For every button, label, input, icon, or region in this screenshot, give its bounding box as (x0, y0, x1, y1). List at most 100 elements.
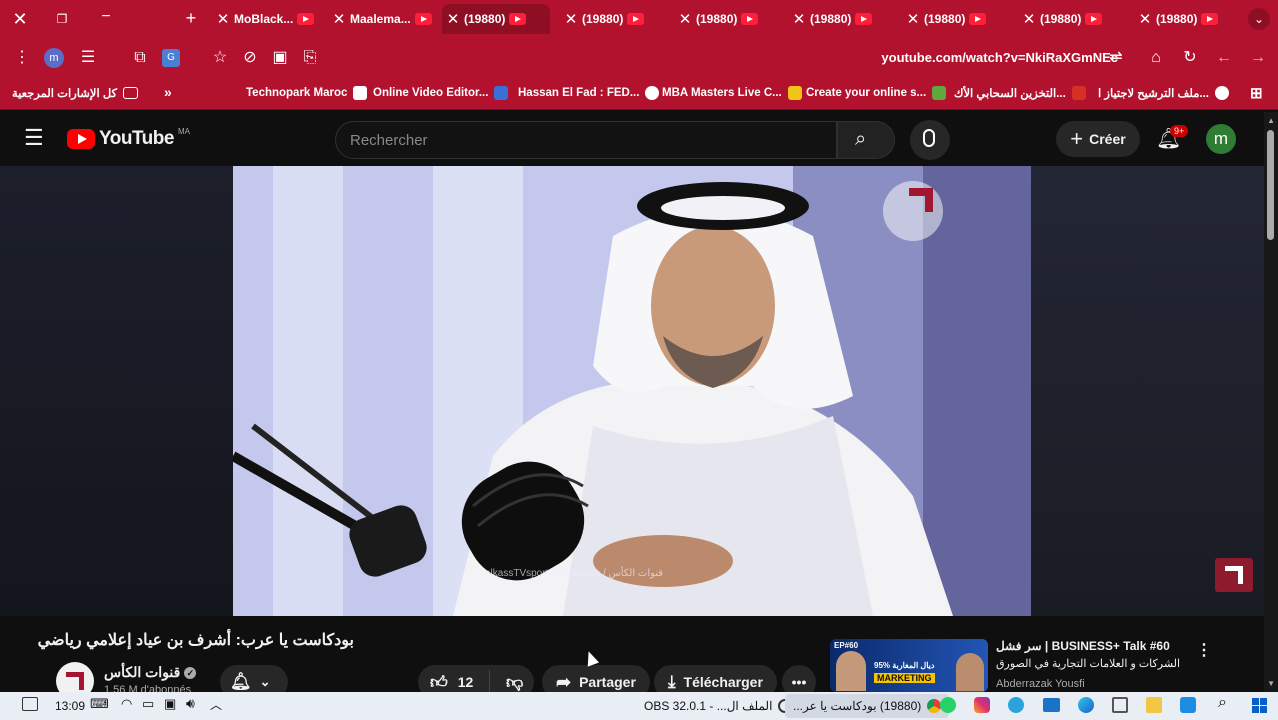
tab-manager-icon[interactable]: ▣ (270, 48, 290, 68)
tab[interactable]: ✕ (19880) (788, 4, 892, 34)
bookmark-item[interactable]: التخزين السحابي الأك... (954, 86, 1086, 100)
share-arrow-icon: ➦ (556, 671, 572, 692)
bookmark-item[interactable]: Hassan El Fad : FED... (518, 86, 660, 100)
bookmark-item[interactable]: Technopark Maroc (246, 86, 368, 100)
close-window-icon[interactable]: ✕ (10, 9, 30, 29)
new-tab-icon[interactable]: + (181, 8, 201, 28)
instagram-icon[interactable] (974, 697, 990, 713)
search-input[interactable]: Rechercher (335, 121, 837, 159)
device-icon[interactable]: ▣ (164, 696, 176, 712)
bookmark-star-icon[interactable]: ☆ (210, 48, 230, 68)
address-bar[interactable]: youtube.com/watch?v=NkiRaXGmNEc (881, 50, 1118, 65)
edge-icon[interactable] (1078, 697, 1094, 713)
suggested-video-title-line2[interactable]: الشركات و العلامات التجارية في الصورق (996, 656, 1186, 673)
channel-name-row[interactable]: قنوات الكأس ✓ (104, 664, 197, 681)
tab-close-icon[interactable]: ✕ (328, 10, 350, 28)
voice-search-button[interactable] (910, 120, 950, 160)
suggested-video-title[interactable]: سر فشل | BUSINESS+ Talk #60 (996, 638, 1186, 655)
bookmark-item[interactable]: MBA Masters Live C... (662, 86, 802, 100)
tab-close-icon[interactable]: ✕ (442, 10, 464, 28)
suggested-video-channel[interactable]: Abderrazak Yousfi (996, 678, 1085, 690)
clock[interactable]: 13:09 (55, 699, 85, 713)
tab[interactable]: ✕ Maalema... (328, 4, 436, 34)
extensions-icon[interactable]: ⧉ (130, 48, 150, 68)
back-icon[interactable]: ← (1214, 48, 1234, 68)
suggested-video-thumbnail[interactable]: EP#60 95% ديال المغاربة MARKETING (830, 639, 988, 692)
menu-dots-icon[interactable]: ⋮ (12, 48, 32, 68)
wifi-icon[interactable]: ◠ (121, 696, 132, 712)
tab-close-icon[interactable]: ✕ (1018, 10, 1040, 28)
more-bookmarks-icon[interactable]: » (164, 84, 172, 100)
avatar[interactable]: m (1206, 124, 1236, 154)
tab-close-icon[interactable]: ✕ (788, 10, 810, 28)
tab[interactable]: ✕ (19880) (1018, 4, 1122, 34)
copilot-icon[interactable] (1180, 697, 1196, 713)
scroll-up-icon[interactable]: ▲ (1267, 116, 1275, 125)
channel-watermark-icon[interactable] (1215, 558, 1253, 592)
reading-list-icon[interactable]: ☰ (78, 48, 98, 68)
bookmark-label: Technopark Maroc (246, 87, 348, 99)
windows-start-icon[interactable] (1252, 698, 1267, 713)
scrollbar-thumb[interactable] (1267, 130, 1274, 240)
page-scrollbar[interactable]: ▲ ▼ (1264, 112, 1278, 692)
tab-close-icon[interactable]: ✕ (902, 10, 924, 28)
like-button[interactable]: 👍︎ 12 (418, 670, 490, 694)
tab-title: (19880) (464, 12, 506, 26)
home-icon[interactable]: ⌂ (1146, 48, 1166, 68)
globe-icon (1214, 86, 1229, 100)
share-page-icon[interactable]: ⎘ (300, 48, 320, 68)
telegram-icon[interactable] (1008, 697, 1024, 713)
tab-close-icon[interactable]: ✕ (560, 10, 582, 28)
tab[interactable]: ✕ (19880) (902, 4, 1006, 34)
restore-icon[interactable]: ❐ (52, 9, 72, 29)
tab-close-icon[interactable]: ✕ (1134, 10, 1156, 28)
search-button[interactable]: ⌕ (837, 121, 895, 159)
notifications-icon[interactable] (22, 697, 38, 711)
task-view-icon[interactable] (1112, 697, 1128, 713)
tab-title: MoBlack... (234, 12, 294, 26)
taskbar-task-obs[interactable]: الملف ال... - OBS 32.0.1 (636, 696, 800, 716)
bookmark-item[interactable]: Create your online s... (806, 86, 947, 100)
suggestion-menu-icon[interactable]: ⋮ (1196, 640, 1212, 660)
video-frame[interactable]: alkassTVsports / @alkass / قنوات الكأس (233, 166, 1031, 616)
search-icon[interactable]: ⌕ (1218, 694, 1227, 712)
taskbar-task-chrome[interactable]: (19880) بودكاست يا عر... (785, 694, 950, 718)
youtube-favicon-icon (1201, 13, 1219, 25)
hamburger-menu-icon[interactable]: ☰ (24, 127, 44, 149)
reload-icon[interactable]: ↻ (1180, 48, 1200, 68)
keyboard-icon[interactable]: ⌨ (90, 696, 109, 712)
region-code: MA (177, 126, 190, 136)
tray-chevron-up-icon[interactable]: ︿ (210, 696, 222, 713)
tab-active[interactable]: ✕ (19880) (442, 4, 550, 34)
tab-close-icon[interactable]: ✕ (212, 10, 234, 28)
bookmark-item[interactable]: Online Video Editor... (373, 86, 509, 100)
whatsapp-icon[interactable] (940, 697, 956, 713)
youtube-favicon-icon (969, 13, 987, 25)
tab[interactable]: ✕ (19880) (560, 4, 664, 34)
apps-grid-icon[interactable]: ⊞ (1250, 84, 1263, 102)
file-explorer-icon[interactable] (1146, 697, 1162, 713)
youtube-favicon-icon (414, 13, 432, 25)
forward-icon[interactable]: → (1248, 48, 1268, 68)
battery-icon[interactable]: ▭ (142, 696, 154, 712)
mail-icon[interactable] (1043, 698, 1060, 712)
youtube-logo[interactable]: YouTube MA (67, 126, 190, 150)
eye-off-icon[interactable]: ⊘ (240, 48, 260, 68)
minimize-icon[interactable]: − (96, 7, 116, 27)
site-settings-icon[interactable]: ⇌ (1106, 48, 1126, 68)
youtube-header: ☰ YouTube MA Rechercher ⌕ + Créer 🔔︎ 9+ … (0, 112, 1264, 166)
profile-icon[interactable]: m (44, 48, 64, 68)
all-bookmarks-folder[interactable]: كل الإشارات المرجعية (12, 86, 139, 100)
tab[interactable]: ✕ (19880) (674, 4, 778, 34)
dislike-button[interactable]: 👎︎ (498, 672, 523, 693)
volume-icon[interactable]: 🔊︎ (186, 695, 195, 712)
create-button[interactable]: + Créer (1056, 121, 1140, 157)
tab-close-icon[interactable]: ✕ (674, 10, 696, 28)
tab[interactable]: ✕ (19880) (1134, 4, 1238, 34)
scroll-down-icon[interactable]: ▼ (1267, 679, 1275, 688)
tab[interactable]: ✕ MoBlack... (212, 4, 320, 34)
translate-icon[interactable]: G (162, 49, 180, 67)
tab-search-icon[interactable]: ⌄ (1248, 8, 1270, 30)
bookmark-item[interactable]: ملف الترشيح لاجتياز ا... (1098, 86, 1229, 100)
video-player[interactable]: alkassTVsports / @alkass / قنوات الكأس (0, 166, 1264, 616)
